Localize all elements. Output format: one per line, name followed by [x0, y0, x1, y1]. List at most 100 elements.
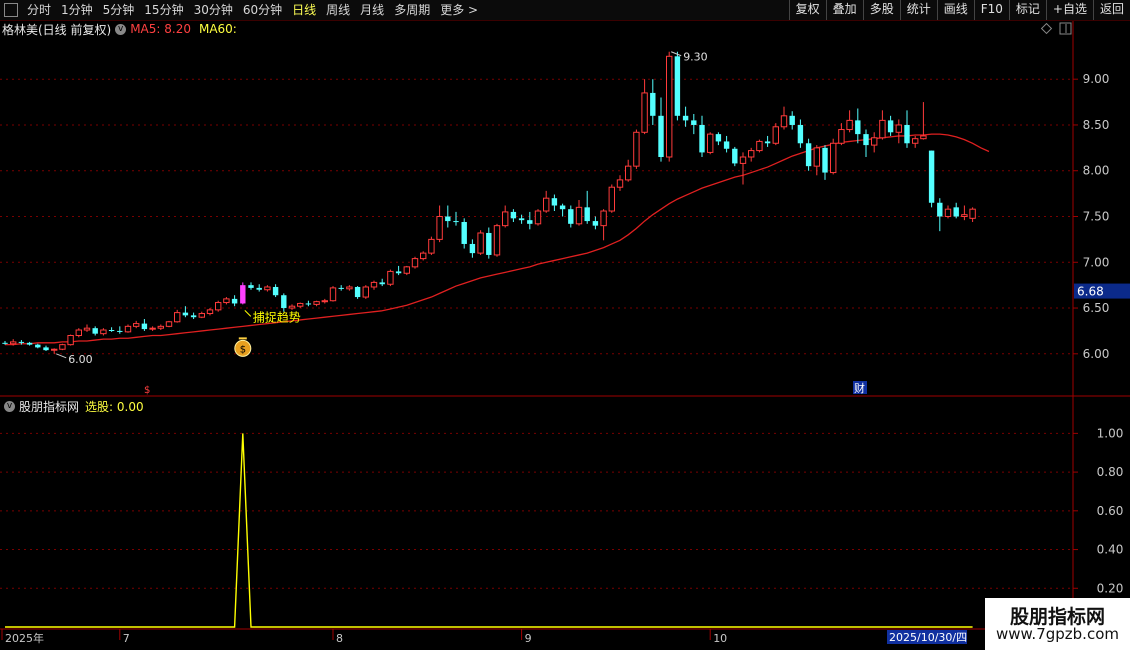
candle-body — [772, 126, 779, 144]
candle-body — [953, 207, 959, 217]
candle-body — [805, 143, 812, 167]
diamond-icon — [1040, 22, 1053, 35]
candle-body — [240, 285, 246, 304]
candle-body — [403, 266, 411, 274]
indicator-line — [5, 433, 973, 628]
price-tick-label: 6.50 — [1083, 301, 1110, 315]
candle-body — [944, 208, 952, 218]
candle-body — [264, 286, 271, 291]
candle-body — [223, 298, 230, 304]
candle-body — [248, 285, 254, 288]
candle-body — [59, 344, 66, 350]
candle-body — [608, 186, 615, 212]
candle-body — [10, 341, 17, 345]
high-label: 9.30 — [683, 51, 708, 64]
price-tick-label: 9.00 — [1083, 72, 1110, 86]
low-pointer — [56, 353, 67, 359]
candle-body — [904, 124, 910, 144]
candle-body — [2, 342, 8, 344]
candle-body — [321, 300, 329, 303]
candle-body — [165, 321, 173, 327]
candle-body — [338, 287, 344, 289]
indicator-title: 股朋指标网 — [19, 399, 80, 414]
candle-body — [780, 115, 788, 128]
date-label: 10 — [713, 632, 727, 645]
candle-body — [682, 115, 689, 121]
candle-body — [691, 120, 697, 125]
chevron-down-icon[interactable]: v — [4, 400, 15, 412]
candle-body — [141, 323, 148, 330]
candle-body — [92, 328, 98, 334]
price-chart[interactable]: 9.00 8.50 8.00 7.50 7.00 6.50 6.00 6.68 9.30 6.00… — [0, 0, 1130, 650]
candle-body — [658, 115, 664, 157]
indicator-tick-label: 0.60 — [1097, 504, 1124, 518]
price-tick-label: 7.50 — [1083, 210, 1110, 224]
candle-body — [83, 327, 91, 331]
candle-body — [764, 141, 771, 144]
candle-body — [543, 197, 550, 212]
candle-body — [387, 270, 394, 285]
candle-body — [534, 210, 542, 225]
candle-body — [281, 295, 287, 309]
candle-body — [616, 179, 624, 188]
date-label: 2025年 — [5, 631, 44, 645]
candle-body — [67, 335, 74, 346]
candle-body — [559, 205, 566, 210]
price-tick-label: 7.00 — [1083, 255, 1110, 269]
price-tick-label: 6.00 — [1083, 347, 1110, 361]
indicator-header: v 股朋指标网 选股: 0.00 — [0, 398, 144, 414]
date-label: 9 — [525, 632, 532, 645]
candle-body — [887, 120, 894, 133]
candle-body — [838, 129, 845, 144]
candle-body — [43, 347, 49, 351]
candle-body — [937, 202, 943, 217]
candle-body — [215, 302, 222, 311]
watermark-url: www.7gpzb.com — [996, 625, 1119, 643]
candle-body — [600, 210, 607, 227]
candle-body — [477, 232, 484, 254]
candle-body — [920, 135, 927, 140]
indicator-tick-label: 1.00 — [1097, 426, 1124, 440]
indicator-tick-label: 0.20 — [1097, 581, 1124, 595]
candle-body — [756, 140, 763, 152]
candle-body — [739, 156, 747, 164]
candle-body — [568, 209, 574, 224]
candle-body — [813, 147, 820, 167]
candle-body — [863, 134, 869, 146]
candle-body — [502, 211, 509, 227]
candle-body — [346, 286, 353, 290]
candle-body — [379, 282, 385, 285]
candle-body — [674, 56, 681, 116]
event-marker-dividend: $ — [144, 385, 150, 396]
candle-body — [879, 119, 886, 139]
candle-body — [362, 286, 370, 298]
candle-body — [370, 281, 378, 288]
candle-body — [846, 119, 853, 131]
candle-body — [830, 142, 837, 174]
price-tick-label: 8.50 — [1083, 118, 1110, 132]
candle-body — [486, 232, 492, 255]
candle-body — [575, 206, 583, 225]
candle-body — [493, 225, 501, 256]
candle-body — [231, 298, 238, 304]
candle-body — [518, 218, 525, 221]
candle-body — [445, 216, 451, 222]
candle-body — [206, 309, 214, 315]
candle-body — [411, 258, 419, 268]
candle-body — [256, 287, 262, 290]
candle-body — [592, 221, 599, 226]
candle-body — [198, 313, 206, 318]
candle-body — [789, 115, 795, 125]
candle-body — [117, 330, 123, 332]
candle-body — [272, 286, 279, 296]
candle-body — [715, 134, 722, 142]
candle-body — [100, 329, 107, 335]
candle-body — [625, 165, 632, 181]
candle-body — [354, 286, 361, 298]
date-label: 7 — [123, 632, 130, 645]
cursor-date: 2025/10/30/四 — [889, 631, 967, 644]
candle-body — [732, 148, 738, 164]
report-marker: 财 — [854, 381, 865, 395]
candle-body — [313, 301, 320, 305]
candle-body — [461, 221, 467, 244]
